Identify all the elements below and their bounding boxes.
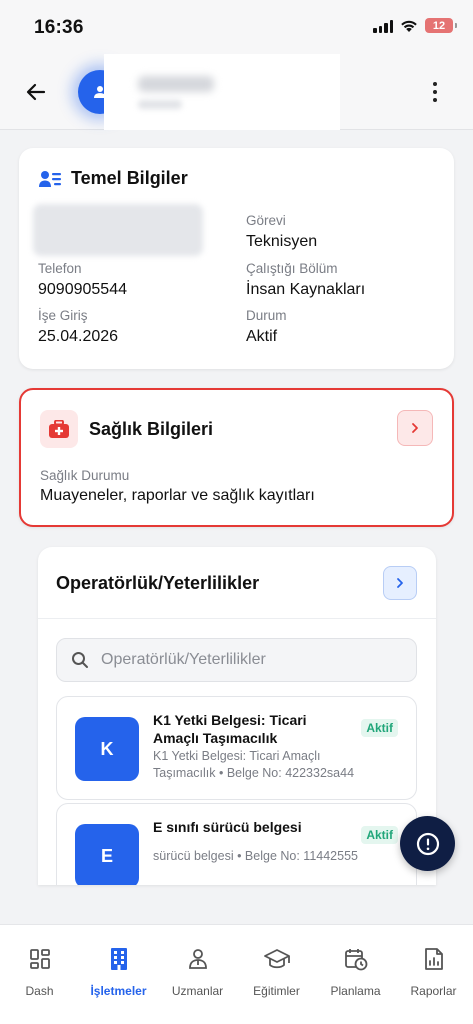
chevron-right-icon (412, 423, 418, 433)
tab-label: Raporlar (410, 984, 457, 998)
arrow-left-icon (26, 83, 46, 101)
redacted-name (104, 54, 340, 130)
info-fab-button[interactable] (400, 816, 455, 871)
profile-header (0, 54, 473, 130)
field-label: İşe Giriş (38, 308, 88, 323)
field-value: 25.04.2026 (38, 328, 119, 345)
tab-isletmeler[interactable]: İşletmeler (79, 925, 158, 1005)
field-phone: Telefon 9090905544 (38, 261, 127, 299)
dashboard-icon (28, 945, 52, 973)
field-role: Görevi Teknisyen (246, 213, 317, 251)
field-status: Durum Aktif (246, 308, 287, 346)
signal-icon (373, 19, 393, 33)
qualifications-header: Operatörlük/Yeterlilikler (38, 547, 436, 619)
list-item[interactable]: E E sınıfı sürücü belgesi sürücü belgesi… (56, 803, 417, 885)
graduation-cap-icon (263, 945, 290, 973)
tab-planlama[interactable]: Planlama (316, 925, 395, 1005)
more-options-button[interactable] (421, 78, 449, 106)
user-list-icon (39, 170, 61, 187)
health-open-button[interactable] (397, 410, 433, 446)
status-badge: Aktif (361, 719, 398, 737)
tab-label: Dash (25, 984, 54, 998)
medical-kit-icon (40, 410, 78, 448)
health-status-value: Muayeneler, raporlar ve sağlık kayıtları (40, 487, 315, 504)
bottom-tab-bar: Dash İşletmeler Uzmanlar Eğitimler Planl… (0, 924, 473, 1024)
item-badge: E (75, 824, 139, 885)
redacted-field (33, 204, 203, 256)
building-icon (108, 945, 130, 973)
field-value: İnsan Kaynakları (246, 281, 366, 298)
basic-info-header: Temel Bilgiler (39, 168, 188, 189)
tab-uzmanlar[interactable]: Uzmanlar (158, 925, 237, 1005)
tab-label: Eğitimler (253, 984, 300, 998)
chevron-right-icon (397, 578, 403, 588)
item-badge: K (75, 717, 139, 781)
tab-egitimler[interactable]: Eğitimler (237, 925, 316, 1005)
health-info-title: Sağlık Bilgileri (89, 419, 214, 439)
report-icon (423, 945, 445, 973)
item-subtitle: K1 Yetki Belgesi: Ticari Amaçlı Taşımacı… (153, 749, 355, 780)
search-input[interactable] (101, 651, 371, 669)
field-department: Çalıştığı Bölüm İnsan Kaynakları (246, 261, 365, 299)
status-time: 16:36 (34, 17, 84, 38)
basic-info-card: Temel Bilgiler Görevi Teknisyen Telefon … (19, 148, 454, 369)
qualifications-open-button[interactable] (383, 566, 417, 600)
health-status-label: Sağlık Durumu (40, 468, 130, 483)
health-info-card[interactable]: Sağlık Bilgileri Sağlık Durumu Muayenele… (19, 388, 454, 527)
alert-circle-icon (416, 832, 439, 855)
expert-icon (186, 945, 210, 973)
field-label: Durum (246, 308, 287, 323)
field-label: Görevi (246, 213, 286, 228)
tab-label: Planlama (330, 984, 381, 998)
item-subtitle: sürücü belgesi • Belge No: 11442555 (153, 849, 358, 863)
qualifications-search[interactable] (56, 638, 417, 682)
field-label: Telefon (38, 261, 82, 276)
qualifications-card: Operatörlük/Yeterlilikler K K1 Yetki Bel… (38, 547, 436, 885)
item-title: K1 Yetki Belgesi: Ticari Amaçlı Taşımacı… (153, 712, 307, 746)
field-value: Aktif (246, 328, 278, 345)
field-start-date: İşe Giriş 25.04.2026 (38, 308, 118, 346)
tab-label: İşletmeler (90, 984, 147, 998)
back-button[interactable] (22, 78, 50, 106)
battery-icon: 12 (425, 18, 457, 33)
status-icons: 12 (373, 18, 457, 33)
battery-level: 12 (432, 19, 446, 32)
qualifications-title: Operatörlük/Yeterlilikler (56, 573, 260, 593)
item-title: E sınıfı sürücü belgesi (153, 819, 302, 835)
wifi-icon (401, 20, 417, 32)
status-bar: 16:36 12 (0, 0, 473, 54)
field-value: 9090905544 (38, 281, 127, 298)
basic-info-title: Temel Bilgiler (71, 168, 188, 188)
field-label: Çalıştığı Bölüm (246, 261, 338, 276)
list-item[interactable]: K K1 Yetki Belgesi: Ticari Amaçlı Taşıma… (56, 696, 417, 800)
status-badge: Aktif (361, 826, 398, 844)
field-value: Teknisyen (246, 233, 318, 250)
search-icon (72, 652, 88, 668)
tab-label: Uzmanlar (171, 984, 224, 998)
tab-raporlar[interactable]: Raporlar (394, 925, 473, 1005)
tab-dash[interactable]: Dash (0, 925, 79, 1005)
calendar-clock-icon (344, 945, 368, 973)
